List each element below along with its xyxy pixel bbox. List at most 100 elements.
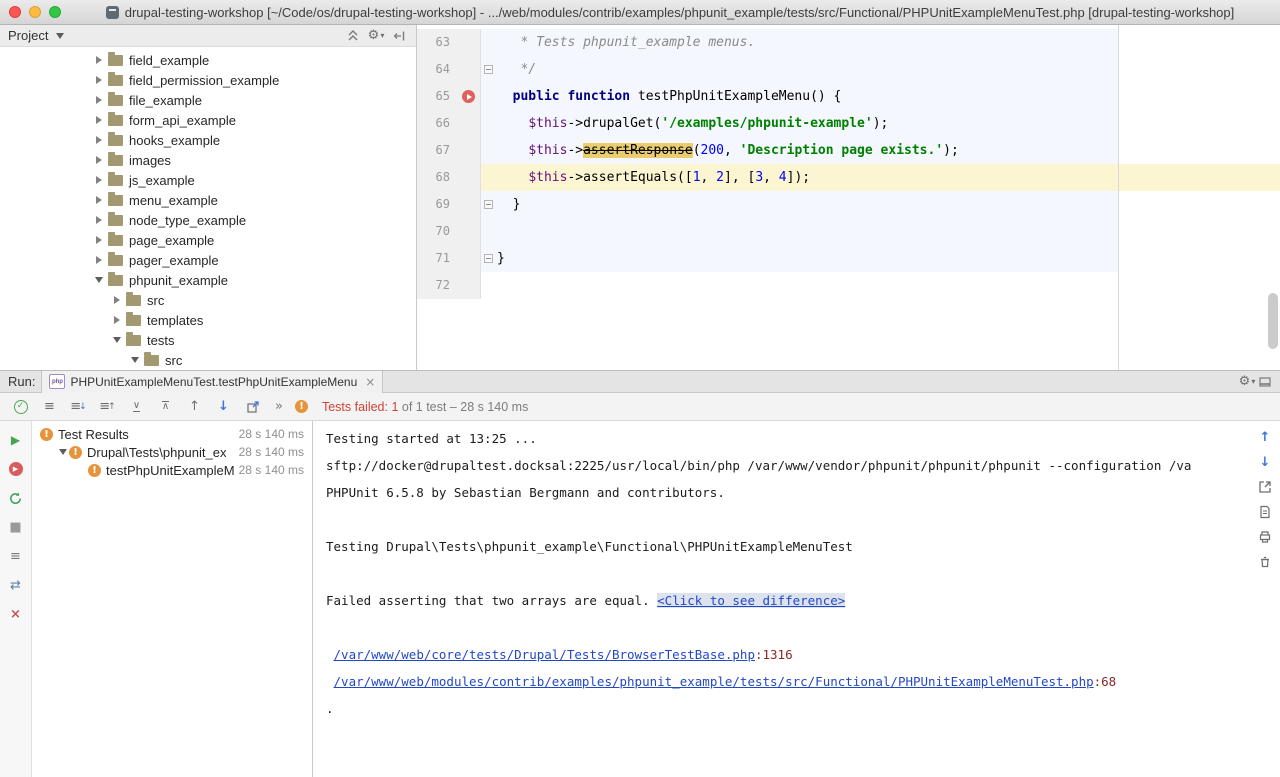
project-item-src[interactable]: src — [0, 290, 416, 310]
line-number-gutter[interactable]: 65 — [417, 83, 481, 110]
show-ignored-icon[interactable]: ≡ — [41, 398, 58, 415]
code-text[interactable]: $this->assertEquals([1, 2], [3, 4]); — [481, 164, 1280, 191]
minimize-window-button[interactable] — [29, 6, 41, 18]
minimize-panel-icon[interactable] — [1256, 373, 1274, 391]
rerun-tests-icon[interactable]: ▶ — [7, 431, 25, 449]
editor-scrollbar[interactable] — [1268, 293, 1278, 349]
project-dropdown-icon[interactable] — [53, 33, 66, 39]
expand-all-icon[interactable]: ∨ — [128, 398, 145, 415]
settings-icon[interactable]: ⚙▾ — [367, 27, 385, 45]
test-tree-row[interactable]: !Drupal\Tests\phpunit_ex28 s 140 ms — [32, 443, 312, 461]
editor[interactable]: 63 * Tests phpunit_example menus.64 */65… — [417, 25, 1280, 370]
expand-arrow-icon[interactable] — [110, 296, 123, 304]
code-text[interactable]: public function testPhpUnitExampleMenu()… — [481, 83, 1280, 110]
collapse-arrow-icon[interactable] — [110, 337, 123, 343]
test-tree-row[interactable]: !Test Results28 s 140 ms — [32, 425, 312, 443]
expand-arrow-icon[interactable] — [92, 256, 105, 264]
rerun-failed-tests-icon[interactable]: ▶ — [7, 460, 25, 478]
console-link[interactable]: <Click to see difference> — [657, 593, 845, 608]
overflow-icon[interactable]: » — [275, 399, 283, 414]
expand-arrow-icon[interactable] — [92, 136, 105, 144]
project-item-templates[interactable]: templates — [0, 310, 416, 330]
line-number-gutter[interactable]: 71 — [417, 245, 481, 272]
project-item-page_example[interactable]: page_example — [0, 230, 416, 250]
project-item-src[interactable]: src — [0, 350, 416, 370]
test-history-icon[interactable]: ≡ — [7, 547, 25, 565]
collapse-arrow-icon[interactable] — [56, 449, 69, 455]
line-number-gutter[interactable]: 72 — [417, 272, 481, 299]
rerun-failed-test-gutter-icon[interactable] — [462, 90, 475, 103]
code-text[interactable] — [481, 218, 1280, 245]
line-number-gutter[interactable]: 66 — [417, 110, 481, 137]
project-item-js_example[interactable]: js_example — [0, 170, 416, 190]
run-tab[interactable]: php PHPUnitExampleMenuTest.testPhpUnitEx… — [41, 371, 383, 393]
code-text[interactable]: $this->assertResponse(200, 'Description … — [481, 137, 1280, 164]
code-text[interactable]: $this->drupalGet('/examples/phpunit-exam… — [481, 110, 1280, 137]
expand-arrow-icon[interactable] — [92, 156, 105, 164]
close-tab-icon[interactable]: × — [365, 375, 375, 389]
toggle-auto-test-icon[interactable] — [7, 489, 25, 507]
import-test-results-icon[interactable] — [1257, 504, 1273, 520]
expand-arrow-icon[interactable] — [110, 316, 123, 324]
project-item-pager_example[interactable]: pager_example — [0, 250, 416, 270]
code-text[interactable]: } — [481, 245, 1280, 272]
close-window-button[interactable] — [9, 6, 21, 18]
project-item-node_type_example[interactable]: node_type_example — [0, 210, 416, 230]
collapse-all-icon[interactable] — [344, 27, 362, 45]
close-icon[interactable]: × — [7, 605, 25, 623]
collapse-arrow-icon[interactable] — [128, 357, 141, 363]
expand-arrow-icon[interactable] — [92, 176, 105, 184]
test-tree-row[interactable]: !testPhpUnitExampleM28 s 140 ms — [32, 461, 312, 479]
line-number-gutter[interactable]: 64 — [417, 56, 481, 83]
console[interactable]: Testing started at 13:25 ...sftp://docke… — [313, 421, 1280, 777]
project-panel-title[interactable]: Project — [8, 28, 48, 43]
previous-occurrence-icon[interactable]: ↑ — [1257, 429, 1273, 445]
collapse-arrow-icon[interactable] — [92, 277, 105, 283]
project-item-field_example[interactable]: field_example — [0, 50, 416, 70]
project-item-form_api_example[interactable]: form_api_example — [0, 110, 416, 130]
sort-alphabetically-icon[interactable]: ≡↓ — [70, 398, 87, 415]
hide-panel-icon[interactable] — [390, 27, 408, 45]
expand-arrow-icon[interactable] — [92, 76, 105, 84]
settings-icon[interactable]: ⚙▾ — [1238, 373, 1256, 391]
line-number-gutter[interactable]: 68 — [417, 164, 481, 191]
expand-arrow-icon[interactable] — [92, 56, 105, 64]
next-failed-test-icon[interactable]: ↓ — [215, 398, 232, 415]
stop-icon[interactable]: ■ — [7, 518, 25, 536]
expand-arrow-icon[interactable] — [92, 236, 105, 244]
hide-passed-icon[interactable]: ✓ — [12, 398, 29, 415]
code-text[interactable]: * Tests phpunit_example menus. — [481, 29, 1280, 56]
console-link[interactable]: /var/www/web/core/tests/Drupal/Tests/Bro… — [334, 647, 755, 662]
console-link[interactable]: /var/www/web/modules/contrib/examples/ph… — [334, 674, 1094, 689]
code-text[interactable] — [481, 272, 1280, 299]
next-occurrence-icon[interactable]: ↓ — [1257, 454, 1273, 470]
export-test-results-icon[interactable] — [1257, 479, 1273, 495]
project-item-images[interactable]: images — [0, 150, 416, 170]
previous-failed-test-icon[interactable]: ↑ — [186, 398, 203, 415]
expand-arrow-icon[interactable] — [92, 196, 105, 204]
collapse-all-icon[interactable]: ∧ — [157, 398, 174, 415]
line-number-gutter[interactable]: 69 — [417, 191, 481, 218]
line-number-gutter[interactable]: 63 — [417, 29, 481, 56]
expand-arrow-icon[interactable] — [92, 116, 105, 124]
fold-marker-icon[interactable] — [484, 200, 493, 209]
clear-console-icon[interactable] — [1257, 554, 1273, 570]
code-text[interactable]: } — [481, 191, 1280, 218]
line-number-gutter[interactable]: 67 — [417, 137, 481, 164]
zoom-window-button[interactable] — [49, 6, 61, 18]
expand-arrow-icon[interactable] — [92, 216, 105, 224]
open-results-icon[interactable] — [244, 398, 261, 415]
fold-marker-icon[interactable] — [484, 65, 493, 74]
restore-layout-icon[interactable]: ⇄ — [7, 576, 25, 594]
project-item-menu_example[interactable]: menu_example — [0, 190, 416, 210]
line-number-gutter[interactable]: 70 — [417, 218, 481, 245]
project-item-file_example[interactable]: file_example — [0, 90, 416, 110]
sort-by-duration-icon[interactable]: ≡↑ — [99, 398, 116, 415]
print-icon[interactable] — [1257, 529, 1273, 545]
code-text[interactable]: */ — [481, 56, 1280, 83]
expand-arrow-icon[interactable] — [92, 96, 105, 104]
fold-marker-icon[interactable] — [484, 254, 493, 263]
project-item-tests[interactable]: tests — [0, 330, 416, 350]
project-item-field_permission_example[interactable]: field_permission_example — [0, 70, 416, 90]
project-item-phpunit_example[interactable]: phpunit_example — [0, 270, 416, 290]
